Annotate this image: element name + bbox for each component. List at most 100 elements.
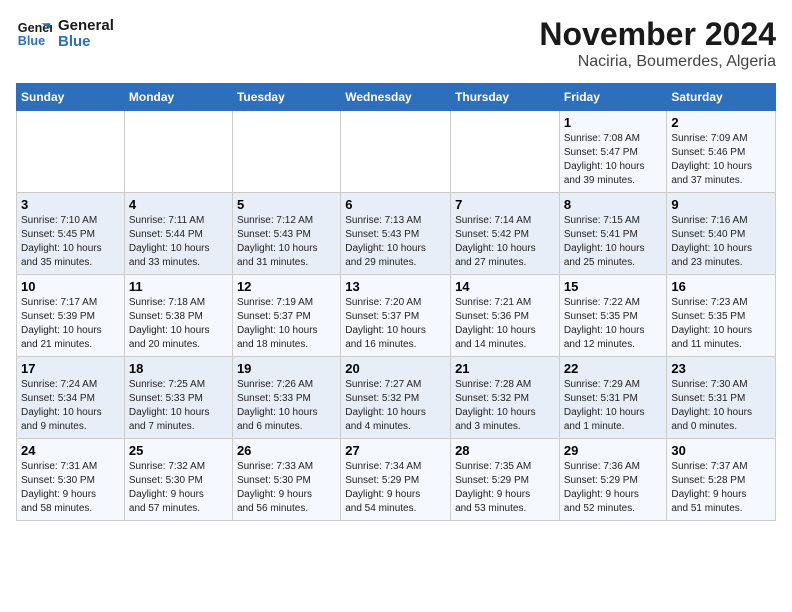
calendar-cell: 11Sunrise: 7:18 AM Sunset: 5:38 PM Dayli… [124, 275, 232, 357]
calendar-cell: 1Sunrise: 7:08 AM Sunset: 5:47 PM Daylig… [559, 111, 667, 193]
calendar-cell: 4 Sunrise: 7:11 AM Sunset: 5:44 PM Daylig… [124, 193, 232, 275]
day-info: Sunrise: 7:36 AM Sunset: 5:29 PM Dayligh… [564, 460, 663, 516]
col-header-tuesday: Tuesday [232, 84, 340, 111]
day-number: 10 [21, 279, 120, 294]
calendar-cell: 27 Sunrise: 7:34 AM Sunset: 5:29 PM Dayli… [341, 439, 451, 521]
day-info: Sunrise: 7:25 AM Sunset: 5:33 PM Dayligh… [129, 378, 228, 434]
calendar-cell: 24Sunrise: 7:31 AM Sunset: 5:30 PM Dayli… [17, 439, 125, 521]
day-number: 23 [671, 361, 771, 376]
calendar-cell: 23 Sunrise: 7:30 AM Sunset: 5:31 PM Dayli… [667, 357, 776, 439]
day-info: Sunrise: 7:09 AM Sunset: 5:46 PM Dayligh… [671, 132, 771, 188]
day-info: Sunrise: 7:33 AM Sunset: 5:30 PM Dayligh… [237, 460, 336, 516]
calendar-cell: 13Sunrise: 7:20 AM Sunset: 5:37 PM Dayli… [341, 275, 451, 357]
calendar-table: SundayMondayTuesdayWednesdayThursdayFrid… [16, 83, 776, 521]
day-info: Sunrise: 7:35 AM Sunset: 5:29 PM Dayligh… [455, 460, 555, 516]
day-number: 17 [21, 361, 120, 376]
day-number: 25 [129, 443, 228, 458]
calendar-cell: 6 Sunrise: 7:13 AM Sunset: 5:43 PM Daylig… [341, 193, 451, 275]
day-number: 22 [564, 361, 663, 376]
title-section: November 2024 Naciria, Boumerdes, Algeri… [539, 16, 776, 71]
day-number: 1 [564, 115, 663, 130]
day-number: 18 [129, 361, 228, 376]
day-info: Sunrise: 7:24 AM Sunset: 5:34 PM Dayligh… [21, 378, 120, 434]
logo-line1: General [58, 18, 114, 35]
day-number: 9 [671, 197, 771, 212]
calendar-cell: 15 Sunrise: 7:22 AM Sunset: 5:35 PM Dayli… [559, 275, 667, 357]
col-header-sunday: Sunday [17, 84, 125, 111]
col-header-thursday: Thursday [451, 84, 560, 111]
day-number: 2 [671, 115, 771, 130]
day-info: Sunrise: 7:11 AM Sunset: 5:44 PM Dayligh… [129, 214, 228, 270]
day-number: 19 [237, 361, 336, 376]
day-info: Sunrise: 7:26 AM Sunset: 5:33 PM Dayligh… [237, 378, 336, 434]
calendar-cell: 19 Sunrise: 7:26 AM Sunset: 5:33 PM Dayli… [232, 357, 340, 439]
day-info: Sunrise: 7:32 AM Sunset: 5:30 PM Dayligh… [129, 460, 228, 516]
calendar-cell [341, 111, 451, 193]
day-number: 4 [129, 197, 228, 212]
day-number: 5 [237, 197, 336, 212]
day-number: 8 [564, 197, 663, 212]
calendar-cell: 25 Sunrise: 7:32 AM Sunset: 5:30 PM Dayli… [124, 439, 232, 521]
day-info: Sunrise: 7:15 AM Sunset: 5:41 PM Dayligh… [564, 214, 663, 270]
calendar-subtitle: Naciria, Boumerdes, Algeria [539, 53, 776, 71]
day-number: 12 [237, 279, 336, 294]
day-number: 26 [237, 443, 336, 458]
calendar-cell: 17 Sunrise: 7:24 AM Sunset: 5:34 PM Dayli… [17, 357, 125, 439]
col-header-monday: Monday [124, 84, 232, 111]
day-info: Sunrise: 7:23 AM Sunset: 5:35 PM Dayligh… [671, 296, 771, 352]
calendar-cell: 2 Sunrise: 7:09 AM Sunset: 5:46 PM Daylig… [667, 111, 776, 193]
calendar-cell: 12 Sunrise: 7:19 AM Sunset: 5:37 PM Dayli… [232, 275, 340, 357]
calendar-cell: 3Sunrise: 7:10 AM Sunset: 5:45 PM Daylig… [17, 193, 125, 275]
calendar-cell: 8 Sunrise: 7:15 AM Sunset: 5:41 PM Daylig… [559, 193, 667, 275]
calendar-cell: 21 Sunrise: 7:28 AM Sunset: 5:32 PM Dayli… [451, 357, 560, 439]
calendar-cell: 28Sunrise: 7:35 AM Sunset: 5:29 PM Dayli… [451, 439, 560, 521]
header: General Blue General Blue November 2024 … [16, 16, 776, 71]
calendar-cell: 14 Sunrise: 7:21 AM Sunset: 5:36 PM Dayli… [451, 275, 560, 357]
day-number: 13 [345, 279, 446, 294]
day-number: 30 [671, 443, 771, 458]
calendar-cell: 30 Sunrise: 7:37 AM Sunset: 5:28 PM Dayli… [667, 439, 776, 521]
day-info: Sunrise: 7:29 AM Sunset: 5:31 PM Dayligh… [564, 378, 663, 434]
day-info: Sunrise: 7:28 AM Sunset: 5:32 PM Dayligh… [455, 378, 555, 434]
day-info: Sunrise: 7:17 AM Sunset: 5:39 PM Dayligh… [21, 296, 120, 352]
logo-line2: Blue [58, 34, 114, 51]
calendar-cell: 20 Sunrise: 7:27 AM Sunset: 5:32 PM Dayli… [341, 357, 451, 439]
calendar-cell: 26 Sunrise: 7:33 AM Sunset: 5:30 PM Dayli… [232, 439, 340, 521]
day-number: 29 [564, 443, 663, 458]
day-info: Sunrise: 7:30 AM Sunset: 5:31 PM Dayligh… [671, 378, 771, 434]
day-info: Sunrise: 7:19 AM Sunset: 5:37 PM Dayligh… [237, 296, 336, 352]
day-info: Sunrise: 7:13 AM Sunset: 5:43 PM Dayligh… [345, 214, 446, 270]
day-number: 14 [455, 279, 555, 294]
day-info: Sunrise: 7:12 AM Sunset: 5:43 PM Dayligh… [237, 214, 336, 270]
day-info: Sunrise: 7:27 AM Sunset: 5:32 PM Dayligh… [345, 378, 446, 434]
day-info: Sunrise: 7:16 AM Sunset: 5:40 PM Dayligh… [671, 214, 771, 270]
day-info: Sunrise: 7:21 AM Sunset: 5:36 PM Dayligh… [455, 296, 555, 352]
day-number: 16 [671, 279, 771, 294]
col-header-friday: Friday [559, 84, 667, 111]
col-header-wednesday: Wednesday [341, 84, 451, 111]
calendar-cell: 7 Sunrise: 7:14 AM Sunset: 5:42 PM Daylig… [451, 193, 560, 275]
day-number: 21 [455, 361, 555, 376]
calendar-cell: 18 Sunrise: 7:25 AM Sunset: 5:33 PM Dayli… [124, 357, 232, 439]
day-number: 27 [345, 443, 446, 458]
day-info: Sunrise: 7:22 AM Sunset: 5:35 PM Dayligh… [564, 296, 663, 352]
day-number: 6 [345, 197, 446, 212]
day-number: 7 [455, 197, 555, 212]
day-info: Sunrise: 7:37 AM Sunset: 5:28 PM Dayligh… [671, 460, 771, 516]
col-header-saturday: Saturday [667, 84, 776, 111]
calendar-cell: 9 Sunrise: 7:16 AM Sunset: 5:40 PM Daylig… [667, 193, 776, 275]
day-info: Sunrise: 7:31 AM Sunset: 5:30 PM Dayligh… [21, 460, 120, 516]
calendar-cell [17, 111, 125, 193]
day-info: Sunrise: 7:14 AM Sunset: 5:42 PM Dayligh… [455, 214, 555, 270]
day-number: 20 [345, 361, 446, 376]
day-info: Sunrise: 7:34 AM Sunset: 5:29 PM Dayligh… [345, 460, 446, 516]
calendar-cell: 5 Sunrise: 7:12 AM Sunset: 5:43 PM Daylig… [232, 193, 340, 275]
calendar-cell: 10 Sunrise: 7:17 AM Sunset: 5:39 PM Dayli… [17, 275, 125, 357]
day-number: 3 [21, 197, 120, 212]
calendar-cell [232, 111, 340, 193]
calendar-cell: 29 Sunrise: 7:36 AM Sunset: 5:29 PM Dayli… [559, 439, 667, 521]
day-number: 11 [129, 279, 228, 294]
logo: General Blue General Blue [16, 16, 114, 52]
calendar-cell: 22 Sunrise: 7:29 AM Sunset: 5:31 PM Dayli… [559, 357, 667, 439]
day-number: 15 [564, 279, 663, 294]
